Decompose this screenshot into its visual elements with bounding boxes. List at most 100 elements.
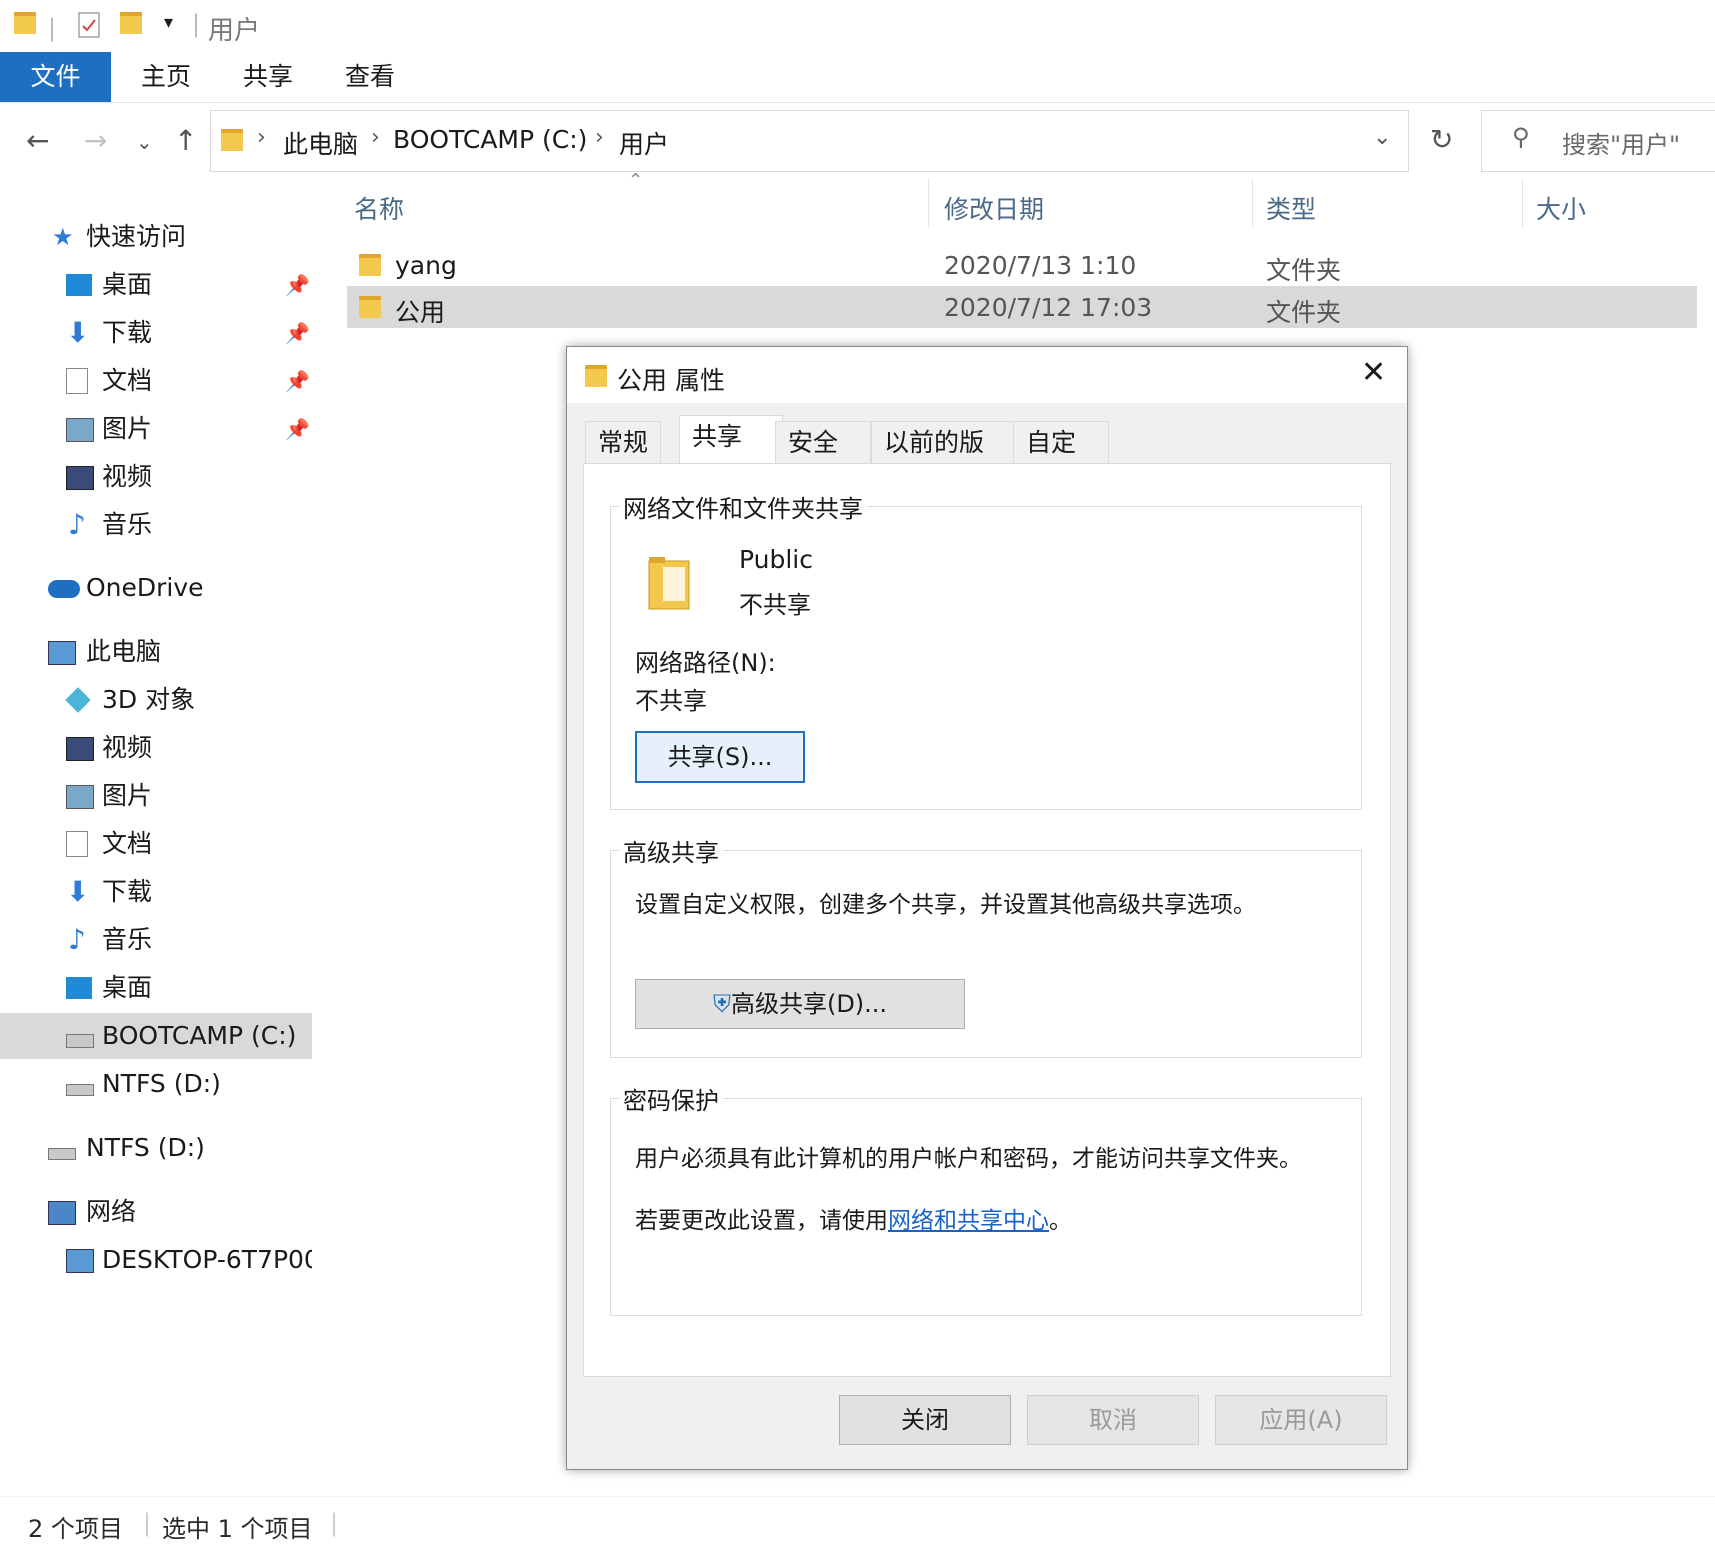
- recent-locations-icon[interactable]: ⌄: [136, 130, 153, 154]
- tab-home[interactable]: 主页: [126, 52, 206, 102]
- tab-general[interactable]: 常规: [585, 421, 662, 464]
- shared-folder-icon: [647, 553, 695, 617]
- desktop-icon: [66, 274, 92, 296]
- refresh-icon[interactable]: ↻: [1430, 123, 1453, 156]
- column-header-size[interactable]: 大小: [1536, 190, 1586, 226]
- network-path-label: 网络路径(N):: [635, 649, 776, 677]
- folder-icon: [14, 12, 36, 40]
- sidebar-item-desktop[interactable]: 桌面 📌: [66, 263, 310, 307]
- sidebar-item-documents[interactable]: 文档: [66, 822, 152, 866]
- tab-view[interactable]: 查看: [330, 52, 410, 102]
- forward-arrow-icon[interactable]: →: [84, 124, 107, 157]
- column-divider[interactable]: [1522, 178, 1523, 228]
- tab-share[interactable]: 共享: [228, 52, 308, 102]
- address-dropdown-icon[interactable]: ⌄: [1373, 125, 1391, 150]
- close-icon[interactable]: ✕: [1361, 355, 1386, 390]
- column-header-date[interactable]: 修改日期: [944, 190, 1044, 226]
- breadcrumb-bootcamp[interactable]: BOOTCAMP (C:): [393, 125, 587, 154]
- pin-icon[interactable]: 📌: [285, 359, 310, 403]
- close-button[interactable]: 关闭: [839, 1395, 1011, 1445]
- sidebar-onedrive[interactable]: OneDrive: [48, 566, 204, 610]
- folder-share-status: 不共享: [739, 591, 811, 619]
- file-date: 2020/7/13 1:10: [944, 251, 1137, 280]
- group-label: 网络文件和文件夹共享: [619, 489, 867, 524]
- download-arrow-icon: ⬇: [66, 875, 90, 908]
- group-label: 密码保护: [619, 1081, 723, 1116]
- up-arrow-icon[interactable]: ↑: [174, 124, 197, 157]
- desktop-icon: [66, 977, 92, 999]
- sidebar-ntfs[interactable]: NTFS (D:): [48, 1126, 205, 1170]
- network-icon: [48, 1201, 76, 1225]
- network-sharing-group: 网络文件和文件夹共享 Public 不共享 网络路径(N): 不共享 共享(S)…: [610, 489, 1362, 810]
- sidebar-quick-access[interactable]: ★ 快速访问: [52, 215, 186, 259]
- address-bar[interactable]: › 此电脑 › BOOTCAMP (C:) › 用户 ⌄ ↻: [210, 110, 1453, 172]
- breadcrumb-this-pc[interactable]: 此电脑: [283, 125, 358, 161]
- status-bar: 2 个项目 | 选中 1 个项目 |: [0, 1496, 1715, 1549]
- cancel-button[interactable]: 取消: [1027, 1395, 1199, 1445]
- tab-previous-versions[interactable]: 以前的版本: [871, 421, 1021, 499]
- password-change-text: 若要更改此设置，请使用网络和共享中心。: [635, 1208, 1072, 1234]
- file-name: 公用: [395, 298, 446, 327]
- new-folder-icon[interactable]: [120, 12, 142, 40]
- customize-quick-access-icon[interactable]: ▾: [164, 12, 173, 33]
- properties-icon[interactable]: [78, 12, 100, 40]
- sidebar-network[interactable]: 网络: [48, 1190, 136, 1234]
- share-button[interactable]: 共享(S)...: [635, 731, 805, 783]
- sidebar-item-documents[interactable]: 文档 📌: [66, 359, 310, 403]
- sidebar-item-videos[interactable]: 视频: [66, 726, 152, 770]
- file-type: 文件夹: [1266, 298, 1342, 327]
- document-icon: [66, 368, 88, 394]
- column-divider[interactable]: [1252, 178, 1253, 228]
- divider: |: [192, 10, 201, 38]
- sidebar-item-3d-objects[interactable]: 3D 对象: [65, 678, 195, 722]
- pin-icon[interactable]: 📌: [285, 407, 310, 451]
- sidebar-this-pc[interactable]: 此电脑: [48, 630, 161, 674]
- sidebar-item-pictures[interactable]: 图片: [66, 774, 152, 818]
- tab-customize[interactable]: 自定义: [1013, 421, 1109, 499]
- sidebar-item-desktop-host[interactable]: DESKTOP-6T7P00(: [66, 1238, 312, 1282]
- pin-icon[interactable]: 📌: [285, 311, 310, 355]
- tab-file[interactable]: 文件: [0, 52, 111, 102]
- folder-icon: [359, 254, 381, 282]
- tab-sharing[interactable]: 共享: [679, 415, 783, 466]
- search-box[interactable]: ⚲ 搜索"用户": [1481, 110, 1715, 172]
- file-row-selected[interactable]: 公用 2020/7/12 17:03 文件夹: [347, 286, 1697, 328]
- sidebar-item-music[interactable]: ♪ 音乐: [66, 918, 152, 962]
- breadcrumb-separator: ›: [257, 125, 266, 150]
- search-placeholder: 搜索"用户": [1562, 131, 1681, 159]
- dialog-title-bar: 公用 属性 ✕: [567, 347, 1407, 403]
- column-divider[interactable]: [928, 178, 929, 228]
- sidebar-item-downloads[interactable]: ⬇ 下载: [66, 870, 152, 914]
- sidebar-item-desktop[interactable]: 桌面: [66, 966, 152, 1010]
- file-date: 2020/7/12 17:03: [944, 293, 1153, 322]
- computer-icon: [66, 1249, 94, 1273]
- network-sharing-center-link[interactable]: 网络和共享中心: [888, 1208, 1049, 1234]
- video-icon: [66, 737, 94, 761]
- sidebar-item-bootcamp-drive[interactable]: BOOTCAMP (C:): [66, 1014, 296, 1058]
- tab-security[interactable]: 安全: [775, 421, 871, 464]
- column-header-type[interactable]: 类型: [1266, 190, 1316, 226]
- sidebar-item-videos[interactable]: 视频: [66, 455, 152, 499]
- column-header-name[interactable]: 名称: [354, 190, 404, 226]
- sidebar-item-ntfs-drive[interactable]: NTFS (D:): [66, 1062, 221, 1106]
- uac-shield-icon: ⛨: [712, 990, 731, 1018]
- sidebar-item-music[interactable]: ♪ 音乐: [66, 503, 152, 547]
- password-protection-group: 密码保护 用户必须具有此计算机的用户帐户和密码，才能访问共享文件夹。 若要更改此…: [610, 1081, 1362, 1316]
- sidebar-item-pictures[interactable]: 图片 📌: [66, 407, 310, 451]
- selected-count: 选中 1 个项目: [162, 1515, 313, 1543]
- sidebar-item-downloads[interactable]: ⬇ 下载 📌: [66, 311, 310, 355]
- cloud-icon: [48, 580, 80, 598]
- breadcrumb-users[interactable]: 用户: [619, 125, 669, 161]
- item-count: 2 个项目: [28, 1515, 123, 1543]
- file-name: yang: [395, 251, 457, 280]
- back-arrow-icon[interactable]: ←: [26, 124, 49, 157]
- sort-ascending-icon: ⌃: [628, 170, 644, 191]
- advanced-sharing-button[interactable]: ⛨高级共享(D)...: [635, 979, 965, 1029]
- folder-icon: [585, 365, 607, 393]
- pin-icon[interactable]: 📌: [285, 263, 310, 307]
- file-row[interactable]: yang 2020/7/13 1:10 文件夹: [347, 244, 1697, 286]
- breadcrumb-separator: ›: [595, 125, 604, 150]
- divider: |: [48, 14, 57, 42]
- properties-dialog: 公用 属性 ✕ 常规 共享 安全 以前的版本 自定义 网络文件和文件夹共享 Pu…: [566, 346, 1408, 1470]
- apply-button[interactable]: 应用(A): [1215, 1395, 1387, 1445]
